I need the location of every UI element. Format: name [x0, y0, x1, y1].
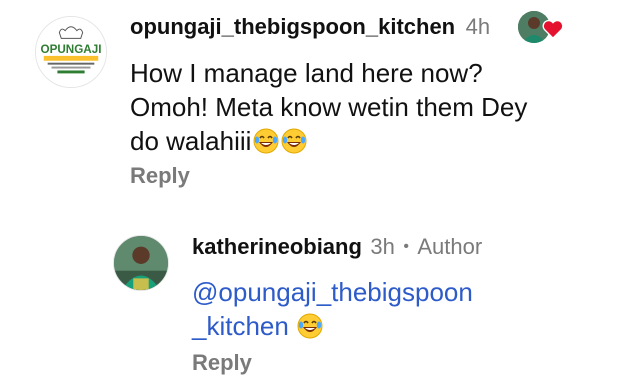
- avatar-opungaji[interactable]: OPUNGAJI: [35, 16, 107, 88]
- username[interactable]: opungaji_thebigspoon_kitchen: [130, 14, 455, 39]
- reply-header: katherineobiang 3h • Author: [192, 234, 482, 260]
- username[interactable]: katherineobiang: [192, 234, 362, 259]
- comment-header: opungaji_thebigspoon_kitchen 4h: [130, 14, 490, 40]
- separator-dot: •: [403, 238, 409, 255]
- reply-body: @opungaji_thebigspoon _kitchen: [192, 275, 592, 343]
- reply-row: Reply: [192, 350, 252, 376]
- person-avatar-icon: [114, 236, 168, 290]
- opungaji-logo-icon: OPUNGAJI: [36, 17, 106, 87]
- timestamp: 4h: [465, 14, 491, 39]
- laughing-tears-emoji: [253, 128, 279, 154]
- reply-row: Reply: [130, 163, 190, 189]
- mention-link[interactable]: @opungaji_thebigspoon _kitchen: [192, 277, 473, 341]
- reply-button[interactable]: Reply: [130, 163, 190, 188]
- author-liked-badge: [518, 11, 566, 45]
- laughing-tears-emoji: [297, 313, 323, 339]
- reply-button[interactable]: Reply: [192, 350, 252, 375]
- timestamp: 3h: [370, 234, 395, 259]
- author-badge: Author: [417, 234, 483, 259]
- comment-opungaji: OPUNGAJI opungaji_thebigspoon_kitchen 4h…: [0, 0, 621, 200]
- avatar-katherineobiang[interactable]: [113, 235, 169, 291]
- heart-icon: [542, 19, 564, 39]
- svg-text:OPUNGAJI: OPUNGAJI: [41, 43, 102, 56]
- comment-katherineobiang: katherineobiang 3h • Author @opungaji_th…: [0, 220, 621, 375]
- comment-text: How I manage land here now? Omoh! Meta k…: [130, 58, 528, 156]
- comment-body: How I manage land here now? Omoh! Meta k…: [130, 56, 600, 158]
- laughing-tears-emoji: [281, 128, 307, 154]
